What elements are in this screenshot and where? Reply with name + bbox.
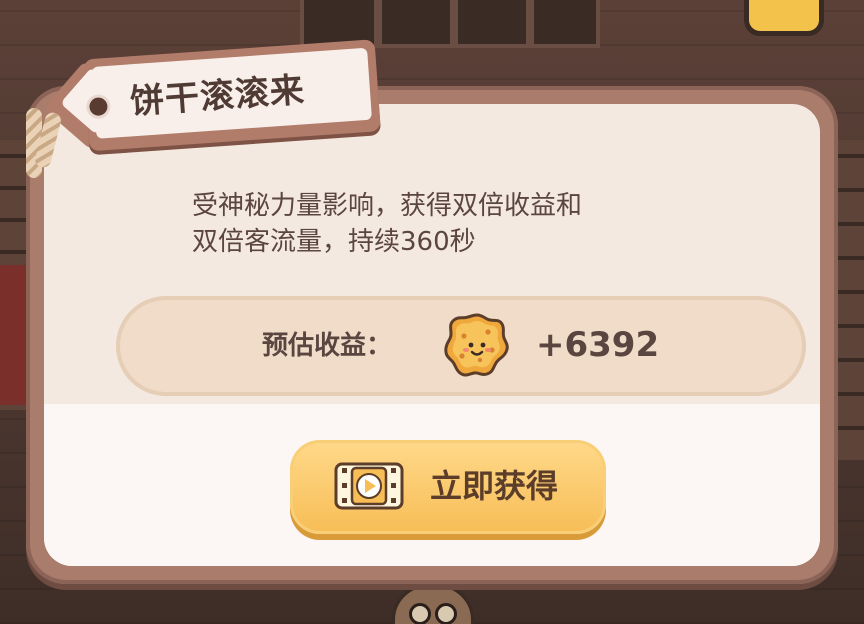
customer-glasses-left: [409, 603, 431, 624]
get-now-label: 立即获得: [430, 467, 559, 505]
bonus-dialog: 受神秘力量影响，获得双倍收益和 双倍客流量，持续360秒 预估收益： +6392: [26, 86, 838, 584]
video-play-icon: [334, 462, 404, 510]
earnings-value: +6392: [536, 325, 660, 365]
get-now-button[interactable]: 立即获得: [290, 440, 606, 534]
lantern: [744, 0, 824, 36]
dialog-panel: 受神秘力量影响，获得双倍收益和 双倍客流量，持续360秒 预估收益： +6392: [44, 104, 820, 566]
scalloped-divider: [44, 398, 820, 406]
estimated-earnings-panel: 预估收益： +6392: [116, 296, 806, 396]
description-line-2: 双倍客流量，持续360秒: [192, 227, 476, 257]
cookie-coin-icon: [444, 313, 509, 377]
window-pane-divider: [450, 0, 458, 44]
dialog-description: 受神秘力量影响，获得双倍收益和 双倍客流量，持续360秒: [192, 188, 752, 260]
window-pane-divider: [374, 0, 382, 44]
description-line-1: 受神秘力量影响，获得双倍收益和: [192, 191, 583, 221]
customer-glasses-right: [435, 603, 457, 624]
window-pane-divider: [526, 0, 534, 44]
earnings-label: 预估收益：: [262, 331, 393, 361]
